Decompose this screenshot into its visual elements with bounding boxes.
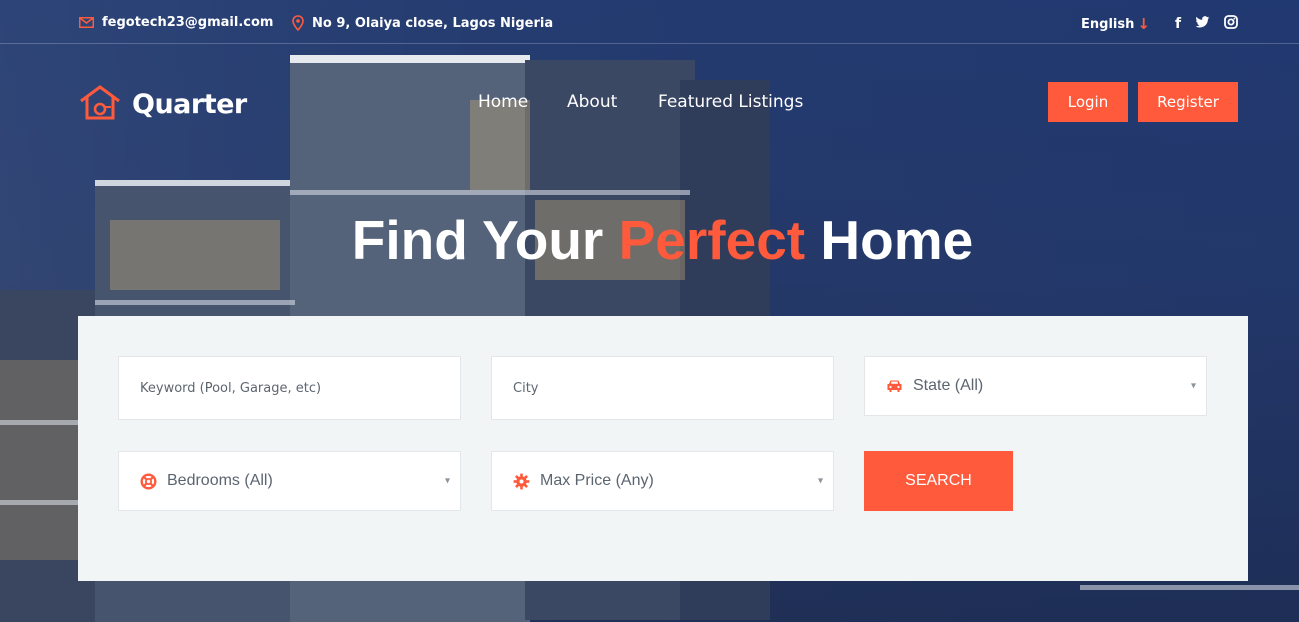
hero-title: Find Your Perfect Home [0,208,1299,272]
map-pin-icon [292,15,304,31]
city-input[interactable] [492,357,833,419]
chevron-down-icon: ▾ [1190,380,1196,392]
car-icon [885,377,903,395]
hero-title-start: Find Your [351,209,604,271]
twitter-icon[interactable] [1195,15,1210,33]
gear-icon [512,472,530,490]
hero-title-highlight: Perfect [618,209,806,271]
nav-featured-listings[interactable]: Featured Listings [658,92,803,112]
social-links: f [1161,15,1238,33]
window [470,100,530,190]
bedrooms-select[interactable]: Bedrooms (All) ▾ [118,451,461,511]
nav-home[interactable]: Home [478,92,528,112]
balcony [1080,585,1299,590]
chevron-down-icon: ▾ [444,475,450,487]
email-contact[interactable]: fegotech23@gmail.com [79,15,273,30]
bedrooms-select-label: Bedrooms (All) [167,472,273,489]
register-button[interactable]: Register [1138,82,1238,122]
balcony [290,190,690,195]
house-icon [78,84,122,125]
address-text: No 9, Olaiya close, Lagos Nigeria [312,15,554,31]
brand-name: Quarter [132,89,247,120]
city-field[interactable] [491,356,834,420]
state-select[interactable]: State (All) ▾ [864,356,1207,416]
language-label: English [1081,16,1135,32]
login-button[interactable]: Login [1048,82,1128,122]
max-price-select-label: Max Price (Any) [540,472,654,489]
address-contact: No 9, Olaiya close, Lagos Nigeria [292,15,553,31]
max-price-select[interactable]: Max Price (Any) ▾ [491,451,834,511]
nav-about[interactable]: About [567,92,617,112]
mail-icon [79,17,94,28]
window [0,360,80,560]
chevron-down-icon: ▾ [817,475,823,487]
balcony [95,300,295,305]
keyword-input[interactable] [119,357,460,419]
top-bar: fegotech23@gmail.com No 9, Olaiya close,… [0,4,1299,44]
keyword-field[interactable] [118,356,461,420]
hero-title-end: Home [820,209,974,271]
email-text: fegotech23@gmail.com [102,15,274,30]
state-select-label: State (All) [913,377,984,394]
search-button[interactable]: SEARCH [864,451,1013,511]
language-selector[interactable]: English ↓ [1081,15,1150,33]
facebook-icon[interactable]: f [1175,16,1181,32]
arrow-down-icon: ↓ [1137,15,1150,33]
search-panel: State (All) ▾ Bedrooms (All) ▾ Max Price… [78,316,1248,581]
instagram-icon[interactable] [1224,15,1238,33]
brand-logo[interactable]: Quarter [78,84,247,125]
lifebuoy-icon [139,472,157,490]
